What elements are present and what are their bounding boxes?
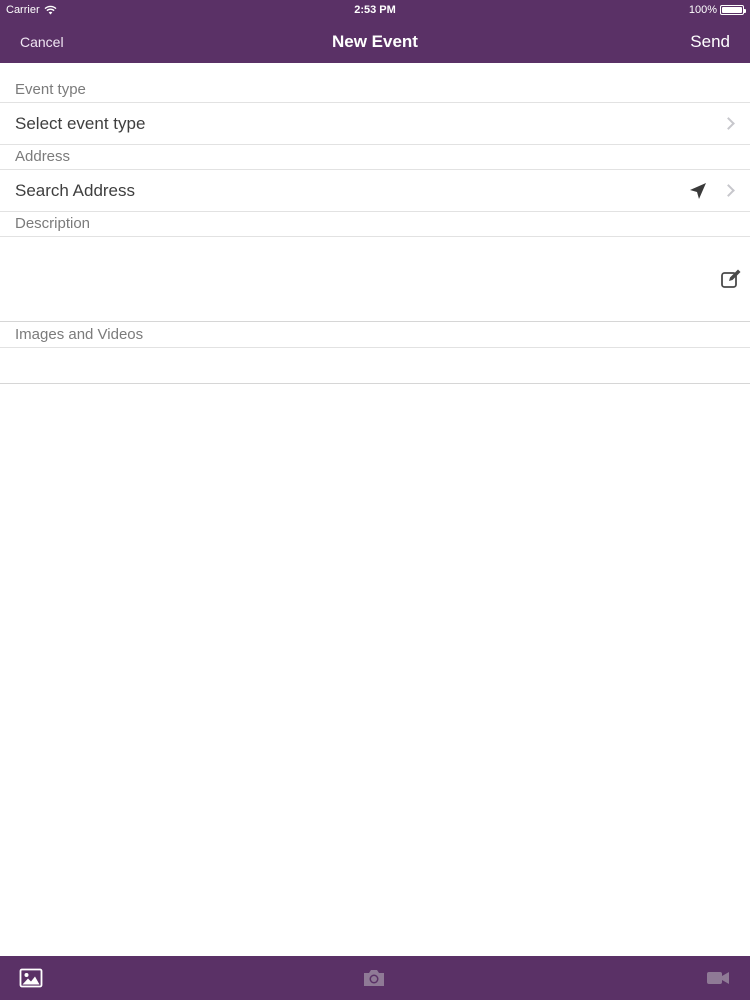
chevron-right-icon	[722, 117, 735, 130]
battery-icon	[720, 5, 746, 15]
new-event-screen: Carrier 2:53 PM 100% Cancel New Event Se…	[0, 0, 750, 1000]
media-list	[0, 348, 750, 384]
image-icon[interactable]	[19, 967, 43, 989]
media-header: Images and Videos	[15, 326, 144, 343]
nav-bar: Cancel New Event Send	[0, 20, 750, 63]
description-input[interactable]	[0, 237, 750, 322]
section-header-media: Images and Videos	[0, 322, 750, 348]
event-type-row[interactable]: Select event type	[0, 103, 750, 145]
send-button[interactable]: Send	[690, 32, 730, 52]
event-type-header: Event type	[15, 81, 86, 98]
location-arrow-icon[interactable]	[688, 181, 708, 201]
battery-percent: 100%	[688, 4, 717, 16]
edit-icon[interactable]	[720, 268, 742, 290]
page-title: New Event	[332, 32, 418, 51]
event-type-value: Select event type	[15, 114, 146, 133]
status-battery: 100%	[688, 4, 746, 16]
section-header-address: Address	[0, 145, 750, 170]
address-row[interactable]: Search Address	[0, 170, 750, 212]
video-camera-icon[interactable]	[706, 967, 730, 989]
status-time: 2:53 PM	[354, 4, 396, 16]
status-bar: Carrier 2:53 PM 100%	[0, 0, 750, 20]
description-header: Description	[15, 215, 91, 232]
camera-icon[interactable]	[362, 967, 386, 989]
bottom-toolbar	[0, 956, 750, 1000]
section-header-event-type: Event type	[0, 63, 750, 103]
top-bar: Carrier 2:53 PM 100% Cancel New Event Se…	[0, 0, 750, 63]
section-header-description: Description	[0, 212, 750, 237]
address-header: Address	[15, 148, 71, 165]
address-value: Search Address	[15, 181, 136, 200]
chevron-right-icon	[722, 184, 735, 197]
